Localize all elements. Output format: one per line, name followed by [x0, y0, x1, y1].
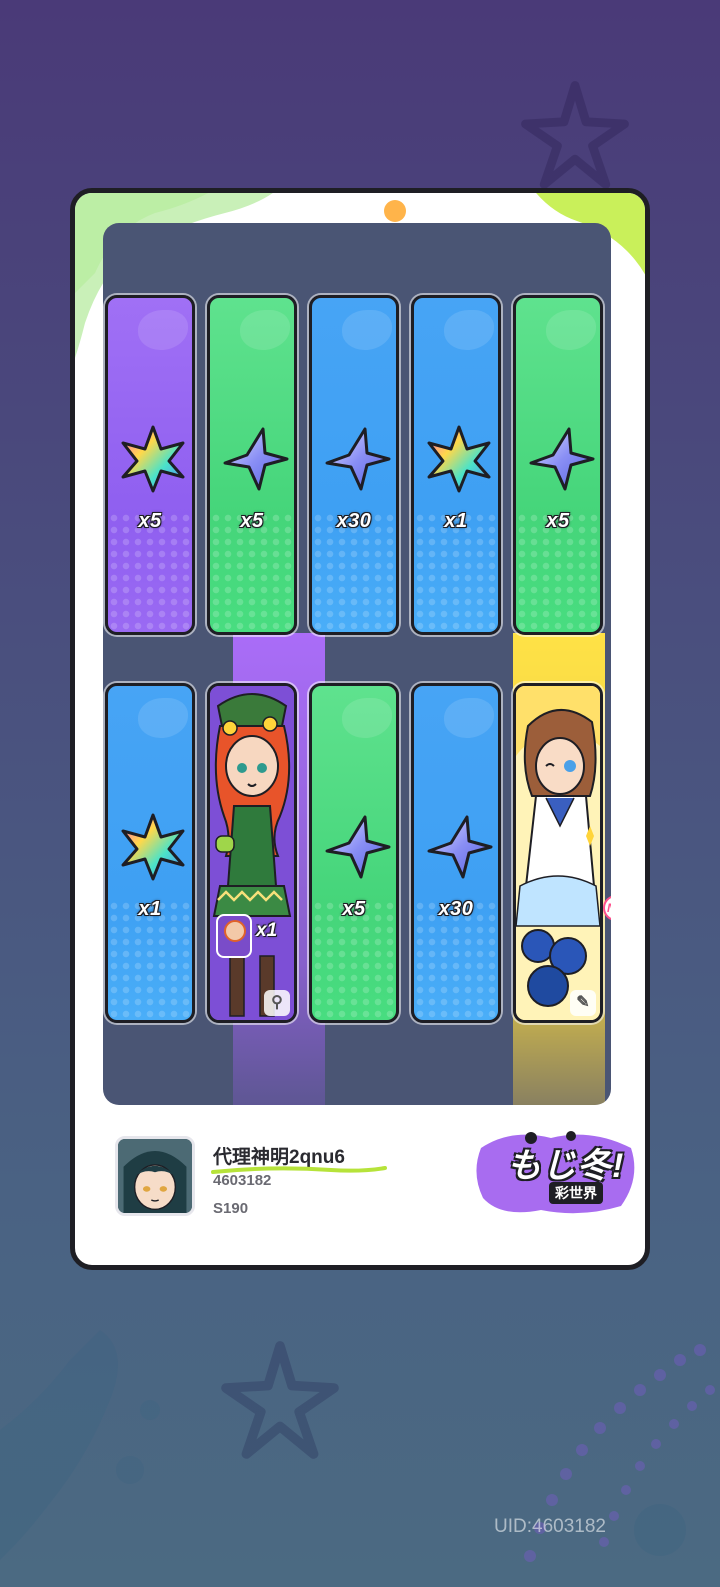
star-crystal-icon: [427, 815, 493, 879]
player-uid: 4603182: [213, 1172, 272, 1189]
game-logo: もじ冬! 彩世界: [471, 1128, 641, 1218]
player-avatar[interactable]: [115, 1136, 195, 1216]
reward-tile[interactable]: x5: [309, 683, 399, 1023]
background-star-icon: [221, 1341, 339, 1459]
player-profile: 代理神明2qnu6 4603182 S190 もじ冬! 彩世界: [115, 1131, 635, 1246]
character-fragment-badge: [216, 914, 252, 958]
prism-crystal-icon: [121, 813, 185, 881]
reward-quantity: x1: [444, 510, 468, 532]
character-reward-tile[interactable]: ✎: [513, 683, 603, 1023]
reward-quantity: x30: [336, 510, 372, 532]
star-crystal-icon: [529, 427, 595, 491]
reward-quantity: x1: [138, 898, 162, 920]
reward-quantity: x1: [256, 920, 278, 941]
reward-tile[interactable]: x1: [105, 683, 195, 1023]
reward-tile[interactable]: x5: [207, 295, 297, 635]
reward-tile[interactable]: x5: [105, 295, 195, 635]
reward-quantity: x5: [342, 898, 366, 920]
character-portrait-brown-hair: [516, 686, 600, 1020]
reward-tile[interactable]: x30: [411, 683, 501, 1023]
player-server: S190: [213, 1200, 249, 1217]
star-crystal-icon: [325, 815, 391, 879]
background-dots-decoration: [524, 1344, 715, 1562]
star-crystal-icon: [325, 427, 391, 491]
logo-text: もじ冬!: [507, 1147, 625, 1185]
reward-quantity: x5: [138, 510, 162, 532]
brush-icon: ✎: [570, 990, 596, 1016]
character-portrait-red-hair: [210, 686, 294, 1020]
background-splash-decoration: [0, 1330, 160, 1560]
reward-grid: x5 x5 x30 x1 x5 x1 x1 ⚲ x5 x30 ✎: [103, 223, 611, 1105]
gacha-result-card: x5 x5 x30 x1 x5 x1 x1 ⚲ x5 x30 ✎ 代理神明2qn…: [70, 188, 650, 1270]
background-star-icon: [521, 81, 629, 189]
prism-crystal-icon: [121, 425, 185, 493]
character-reward-tile[interactable]: x1 ⚲: [207, 683, 297, 1023]
reward-tile[interactable]: x1: [411, 295, 501, 635]
reward-tile[interactable]: x5: [513, 295, 603, 635]
prism-crystal-icon: [427, 425, 491, 493]
key-icon: ⚲: [264, 990, 290, 1016]
reward-quantity: x5: [546, 510, 570, 532]
logo-subtitle: 彩世界: [549, 1182, 603, 1204]
footer-uid: UID:4603182: [494, 1516, 606, 1537]
star-crystal-icon: [223, 427, 289, 491]
reward-quantity: x5: [240, 510, 264, 532]
reward-tile[interactable]: x30: [309, 295, 399, 635]
reward-quantity: x30: [438, 898, 474, 920]
avatar-portrait: [118, 1139, 192, 1213]
